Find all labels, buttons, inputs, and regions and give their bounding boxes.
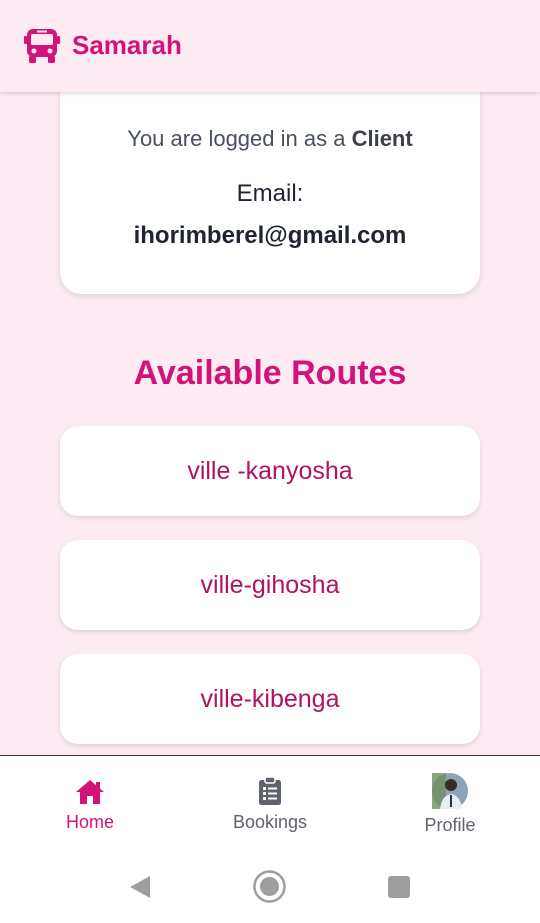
route-item[interactable]: ville-gihosha [60, 540, 480, 630]
nav-bookings-label: Bookings [232, 812, 308, 832]
avatar [432, 773, 468, 809]
system-navigation-bar [0, 847, 540, 923]
login-status: You are logged in as a Client [0, 126, 540, 152]
email-value: ihorimberel@gmail.com [133, 222, 407, 249]
nav-home-label: Home [65, 812, 114, 832]
nav-bookings[interactable]: Bookings [180, 756, 360, 848]
email-label: Email: [236, 180, 304, 207]
route-label: ville-kibenga [200, 684, 340, 713]
route-label: ville -kanyosha [187, 456, 353, 485]
routes-title: Available Routes [133, 354, 407, 392]
bottom-nav: Home Bookings Profile [0, 755, 540, 848]
app-title: Samarah [72, 30, 182, 60]
route-item[interactable]: ville-kibenga [60, 654, 480, 744]
nav-home[interactable]: Home [0, 756, 180, 848]
home-icon [76, 780, 104, 804]
home-circle-icon[interactable] [252, 869, 287, 904]
nav-profile-label: Profile [424, 815, 476, 835]
clipboard-icon [259, 776, 281, 805]
login-prefix: You are logged in as a [127, 126, 346, 151]
bus-icon [24, 29, 60, 63]
back-icon[interactable] [128, 875, 152, 899]
route-item[interactable]: ville -kanyosha [60, 426, 480, 516]
app-header: Samarah [0, 0, 540, 92]
user-role: Client [351, 126, 413, 151]
recents-icon[interactable] [388, 876, 410, 898]
nav-profile[interactable]: Profile [360, 756, 540, 848]
route-label: ville-gihosha [200, 570, 340, 599]
